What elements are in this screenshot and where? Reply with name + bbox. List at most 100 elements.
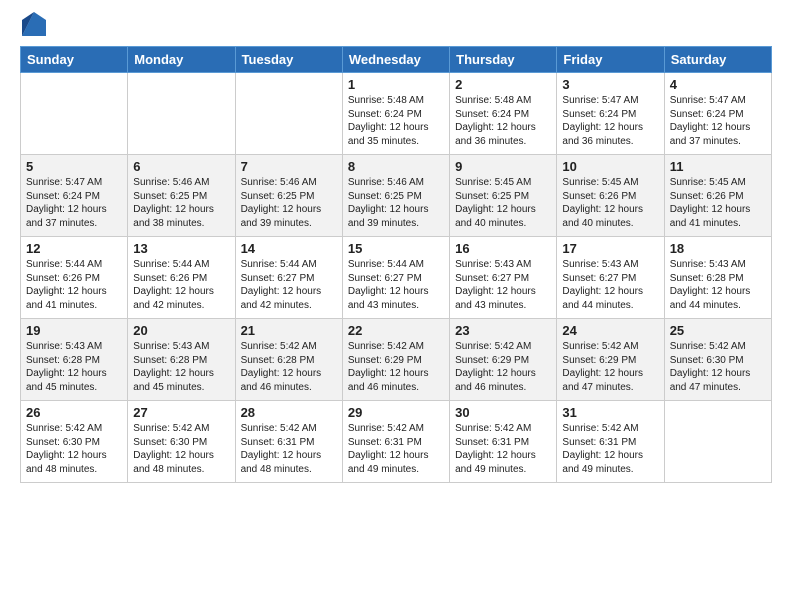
calendar-header-saturday: Saturday <box>664 47 771 73</box>
day-info: Sunrise: 5:42 AM Sunset: 6:31 PM Dayligh… <box>455 422 551 476</box>
calendar-cell: 13 Sunrise: 5:44 AM Sunset: 6:26 PM Dayli… <box>128 237 235 319</box>
day-info: Sunrise: 5:47 AM Sunset: 6:24 PM Dayligh… <box>670 94 766 148</box>
day-info: Sunrise: 5:44 AM Sunset: 6:27 PM Dayligh… <box>241 258 337 312</box>
day-number: 23 <box>455 323 551 338</box>
calendar-week-row: 1 Sunrise: 5:48 AM Sunset: 6:24 PM Daylig… <box>21 73 772 155</box>
day-number: 12 <box>26 241 122 256</box>
day-number: 25 <box>670 323 766 338</box>
calendar-cell: 27 Sunrise: 5:42 AM Sunset: 6:30 PM Dayli… <box>128 401 235 483</box>
day-number: 21 <box>241 323 337 338</box>
calendar-cell: 31 Sunrise: 5:42 AM Sunset: 6:31 PM Dayli… <box>557 401 664 483</box>
calendar-cell: 14 Sunrise: 5:44 AM Sunset: 6:27 PM Dayli… <box>235 237 342 319</box>
calendar-cell: 1 Sunrise: 5:48 AM Sunset: 6:24 PM Daylig… <box>342 73 449 155</box>
day-info: Sunrise: 5:42 AM Sunset: 6:29 PM Dayligh… <box>348 340 444 394</box>
calendar-header-friday: Friday <box>557 47 664 73</box>
day-number: 30 <box>455 405 551 420</box>
calendar-cell: 15 Sunrise: 5:44 AM Sunset: 6:27 PM Dayli… <box>342 237 449 319</box>
day-number: 7 <box>241 159 337 174</box>
day-info: Sunrise: 5:42 AM Sunset: 6:28 PM Dayligh… <box>241 340 337 394</box>
day-info: Sunrise: 5:45 AM Sunset: 6:25 PM Dayligh… <box>455 176 551 230</box>
day-info: Sunrise: 5:45 AM Sunset: 6:26 PM Dayligh… <box>670 176 766 230</box>
day-number: 31 <box>562 405 658 420</box>
calendar-cell: 19Sunrise: 5:43 AM Sunset: 6:28 PM Dayli… <box>21 319 128 401</box>
calendar-cell: 28 Sunrise: 5:42 AM Sunset: 6:31 PM Dayli… <box>235 401 342 483</box>
day-info: Sunrise: 5:44 AM Sunset: 6:26 PM Dayligh… <box>133 258 229 312</box>
day-number: 5 <box>26 159 122 174</box>
day-number: 22 <box>348 323 444 338</box>
calendar-cell: 6 Sunrise: 5:46 AM Sunset: 6:25 PM Daylig… <box>128 155 235 237</box>
calendar-header-sunday: Sunday <box>21 47 128 73</box>
day-number: 27 <box>133 405 229 420</box>
logo <box>20 16 46 36</box>
day-info: Sunrise: 5:42 AM Sunset: 6:30 PM Dayligh… <box>133 422 229 476</box>
day-number: 28 <box>241 405 337 420</box>
day-info: Sunrise: 5:42 AM Sunset: 6:29 PM Dayligh… <box>562 340 658 394</box>
day-info: Sunrise: 5:43 AM Sunset: 6:27 PM Dayligh… <box>562 258 658 312</box>
day-info: Sunrise: 5:47 AM Sunset: 6:24 PM Dayligh… <box>26 176 122 230</box>
calendar-cell: 4 Sunrise: 5:47 AM Sunset: 6:24 PM Daylig… <box>664 73 771 155</box>
day-number: 13 <box>133 241 229 256</box>
calendar-header-tuesday: Tuesday <box>235 47 342 73</box>
day-info: Sunrise: 5:48 AM Sunset: 6:24 PM Dayligh… <box>348 94 444 148</box>
day-number: 29 <box>348 405 444 420</box>
day-number: 14 <box>241 241 337 256</box>
calendar-cell: 10 Sunrise: 5:45 AM Sunset: 6:26 PM Dayli… <box>557 155 664 237</box>
calendar-cell: 9 Sunrise: 5:45 AM Sunset: 6:25 PM Daylig… <box>450 155 557 237</box>
page: SundayMondayTuesdayWednesdayThursdayFrid… <box>0 0 792 612</box>
day-info: Sunrise: 5:47 AM Sunset: 6:24 PM Dayligh… <box>562 94 658 148</box>
day-info: Sunrise: 5:42 AM Sunset: 6:30 PM Dayligh… <box>670 340 766 394</box>
day-info: Sunrise: 5:46 AM Sunset: 6:25 PM Dayligh… <box>133 176 229 230</box>
day-info: Sunrise: 5:43 AM Sunset: 6:28 PM Dayligh… <box>26 340 122 394</box>
day-info: Sunrise: 5:46 AM Sunset: 6:25 PM Dayligh… <box>241 176 337 230</box>
day-number: 4 <box>670 77 766 92</box>
calendar-cell <box>664 401 771 483</box>
calendar-header-thursday: Thursday <box>450 47 557 73</box>
calendar-cell: 22 Sunrise: 5:42 AM Sunset: 6:29 PM Dayli… <box>342 319 449 401</box>
calendar-cell: 29Sunrise: 5:42 AM Sunset: 6:31 PM Dayli… <box>342 401 449 483</box>
day-number: 8 <box>348 159 444 174</box>
day-info: Sunrise: 5:46 AM Sunset: 6:25 PM Dayligh… <box>348 176 444 230</box>
logo-icon <box>22 12 46 36</box>
calendar-table: SundayMondayTuesdayWednesdayThursdayFrid… <box>20 46 772 483</box>
day-number: 15 <box>348 241 444 256</box>
day-number: 3 <box>562 77 658 92</box>
calendar-header-wednesday: Wednesday <box>342 47 449 73</box>
day-number: 2 <box>455 77 551 92</box>
calendar-cell: 3 Sunrise: 5:47 AM Sunset: 6:24 PM Daylig… <box>557 73 664 155</box>
calendar-cell <box>21 73 128 155</box>
calendar-cell: 5 Sunrise: 5:47 AM Sunset: 6:24 PM Daylig… <box>21 155 128 237</box>
calendar-cell: 20Sunrise: 5:43 AM Sunset: 6:28 PM Dayli… <box>128 319 235 401</box>
day-info: Sunrise: 5:42 AM Sunset: 6:31 PM Dayligh… <box>241 422 337 476</box>
day-info: Sunrise: 5:43 AM Sunset: 6:28 PM Dayligh… <box>133 340 229 394</box>
day-info: Sunrise: 5:45 AM Sunset: 6:26 PM Dayligh… <box>562 176 658 230</box>
calendar-cell: 8 Sunrise: 5:46 AM Sunset: 6:25 PM Daylig… <box>342 155 449 237</box>
day-number: 6 <box>133 159 229 174</box>
calendar-cell: 25 Sunrise: 5:42 AM Sunset: 6:30 PM Dayli… <box>664 319 771 401</box>
day-number: 9 <box>455 159 551 174</box>
day-number: 16 <box>455 241 551 256</box>
day-number: 24 <box>562 323 658 338</box>
day-info: Sunrise: 5:44 AM Sunset: 6:27 PM Dayligh… <box>348 258 444 312</box>
day-number: 26 <box>26 405 122 420</box>
calendar-cell: 21 Sunrise: 5:42 AM Sunset: 6:28 PM Dayli… <box>235 319 342 401</box>
calendar-cell: 30 Sunrise: 5:42 AM Sunset: 6:31 PM Dayli… <box>450 401 557 483</box>
day-info: Sunrise: 5:48 AM Sunset: 6:24 PM Dayligh… <box>455 94 551 148</box>
day-info: Sunrise: 5:42 AM Sunset: 6:30 PM Dayligh… <box>26 422 122 476</box>
day-number: 1 <box>348 77 444 92</box>
day-number: 10 <box>562 159 658 174</box>
day-info: Sunrise: 5:44 AM Sunset: 6:26 PM Dayligh… <box>26 258 122 312</box>
calendar-week-row: 12 Sunrise: 5:44 AM Sunset: 6:26 PM Dayli… <box>21 237 772 319</box>
calendar-week-row: 19Sunrise: 5:43 AM Sunset: 6:28 PM Dayli… <box>21 319 772 401</box>
day-number: 11 <box>670 159 766 174</box>
calendar-cell: 18Sunrise: 5:43 AM Sunset: 6:28 PM Dayli… <box>664 237 771 319</box>
calendar-cell: 23Sunrise: 5:42 AM Sunset: 6:29 PM Dayli… <box>450 319 557 401</box>
calendar-cell: 16 Sunrise: 5:43 AM Sunset: 6:27 PM Dayli… <box>450 237 557 319</box>
calendar-cell: 26 Sunrise: 5:42 AM Sunset: 6:30 PM Dayli… <box>21 401 128 483</box>
calendar-week-row: 5 Sunrise: 5:47 AM Sunset: 6:24 PM Daylig… <box>21 155 772 237</box>
header <box>20 16 772 36</box>
calendar-cell: 2 Sunrise: 5:48 AM Sunset: 6:24 PM Daylig… <box>450 73 557 155</box>
calendar-header-monday: Monday <box>128 47 235 73</box>
calendar-cell <box>128 73 235 155</box>
day-info: Sunrise: 5:43 AM Sunset: 6:27 PM Dayligh… <box>455 258 551 312</box>
day-info: Sunrise: 5:42 AM Sunset: 6:31 PM Dayligh… <box>562 422 658 476</box>
